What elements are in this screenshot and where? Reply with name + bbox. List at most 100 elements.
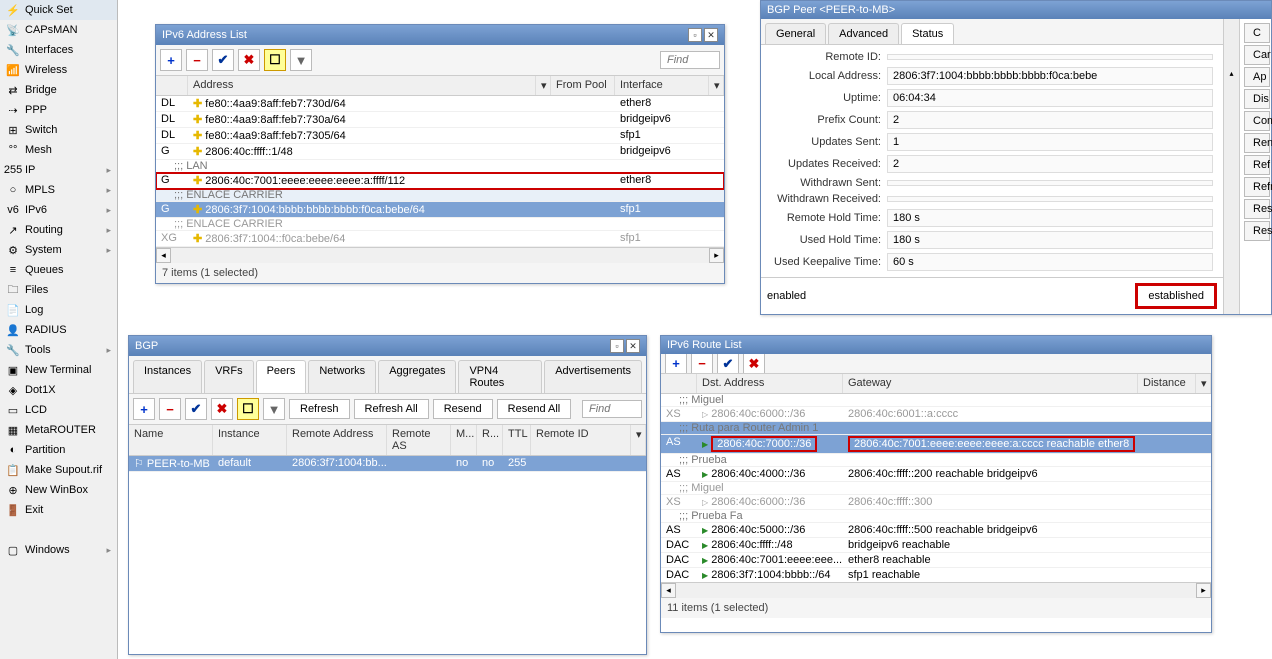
resend-button[interactable]: Resend: [433, 399, 493, 419]
refresh-all-button[interactable]: Refresh All: [354, 399, 429, 419]
remove-button[interactable]: −: [159, 398, 181, 420]
col-dropdown-icon[interactable]: ▾: [536, 76, 551, 95]
tab-advanced[interactable]: Advanced: [828, 23, 899, 44]
col-interface[interactable]: Interface: [615, 76, 709, 95]
table-row[interactable]: DL✚ fe80::4aa9:8aff:feb7:7305/64sfp1: [156, 128, 724, 144]
sidebar-item-quick-set[interactable]: ⚡Quick Set: [0, 0, 117, 20]
sidebar-item-log[interactable]: 📄Log: [0, 300, 117, 320]
comment-button[interactable]: ☐: [264, 49, 286, 71]
tab-vpn4 routes[interactable]: VPN4 Routes: [458, 360, 542, 393]
side-button[interactable]: Refre: [1244, 177, 1270, 197]
col-dropdown-icon[interactable]: ▾: [1196, 374, 1211, 393]
col-gateway[interactable]: Gateway: [843, 374, 1138, 393]
sidebar-item-interfaces[interactable]: 🔧Interfaces: [0, 40, 117, 60]
table-row[interactable]: G✚ 2806:40c:ffff::1/48bridgeipv6: [156, 144, 724, 160]
close-icon[interactable]: ✕: [626, 339, 640, 353]
sidebar-item-ip[interactable]: 255IP▸: [0, 160, 117, 180]
sidebar-item-dot1x[interactable]: ◈Dot1X: [0, 380, 117, 400]
scroll-left-icon[interactable]: ◂: [661, 583, 676, 598]
col-remote-id[interactable]: Remote ID: [531, 425, 631, 455]
minimize-icon[interactable]: ▫: [610, 339, 624, 353]
sidebar-item-tools[interactable]: 🔧Tools▸: [0, 340, 117, 360]
scroll-right-icon[interactable]: ▸: [709, 248, 724, 263]
titlebar[interactable]: BGP ▫ ✕: [129, 336, 646, 356]
table-row[interactable]: DL✚ fe80::4aa9:8aff:feb7:730a/64bridgeip…: [156, 112, 724, 128]
col-m[interactable]: M...: [451, 425, 477, 455]
table-row[interactable]: DAC▶ 2806:40c:ffff::/48bridgeipv6 reacha…: [661, 538, 1211, 553]
find-input[interactable]: [660, 51, 720, 69]
side-button[interactable]: Ren: [1244, 133, 1270, 153]
sidebar-item-capsman[interactable]: 📡CAPsMAN: [0, 20, 117, 40]
tab-peers[interactable]: Peers: [256, 360, 307, 393]
table-row[interactable]: AS▶ 2806:40c:5000::/362806:40c:ffff::500…: [661, 523, 1211, 538]
sidebar-item-new-terminal[interactable]: ▣New Terminal: [0, 360, 117, 380]
titlebar[interactable]: IPv6 Route List: [661, 336, 1211, 354]
table-row[interactable]: DAC▶ 2806:3f7:1004:bbbb::/64sfp1 reachab…: [661, 568, 1211, 582]
minimize-icon[interactable]: ▫: [688, 28, 702, 42]
sidebar-item-ipv6[interactable]: v6IPv6▸: [0, 200, 117, 220]
side-button[interactable]: C: [1244, 23, 1270, 43]
side-button[interactable]: Rese: [1244, 221, 1270, 241]
col-instance[interactable]: Instance: [213, 425, 287, 455]
col-remote-as[interactable]: Remote AS: [387, 425, 451, 455]
sidebar-item-partition[interactable]: ◐Partition: [0, 440, 117, 460]
enable-button[interactable]: ✔: [717, 354, 739, 374]
table-row[interactable]: XS▷ 2806:40c:6000::/362806:40c:6001::a:c…: [661, 407, 1211, 422]
col-ttl[interactable]: TTL: [503, 425, 531, 455]
sidebar-item-system[interactable]: ⚙System▸: [0, 240, 117, 260]
sidebar-item-windows[interactable]: ▢Windows▸: [0, 540, 117, 560]
close-icon[interactable]: ✕: [704, 28, 718, 42]
titlebar[interactable]: BGP Peer <PEER-to-MB>: [761, 1, 1271, 19]
tab-general[interactable]: General: [765, 23, 826, 44]
refresh-button[interactable]: Refresh: [289, 399, 350, 419]
sidebar-item-make-supout.rif[interactable]: 📋Make Supout.rif: [0, 460, 117, 480]
sidebar-item-radius[interactable]: 👤RADIUS: [0, 320, 117, 340]
comment-button[interactable]: ☐: [237, 398, 259, 420]
sidebar-item-metarouter[interactable]: ▦MetaROUTER: [0, 420, 117, 440]
col-frompool[interactable]: From Pool: [551, 76, 615, 95]
col-name[interactable]: Name: [129, 425, 213, 455]
table-row[interactable]: G✚ 2806:40c:7001:eeee:eeee:eeee:a:ffff/1…: [156, 173, 724, 189]
table-row[interactable]: AS▶ 2806:40c:4000::/362806:40c:ffff::200…: [661, 467, 1211, 482]
side-button[interactable]: Com: [1244, 111, 1270, 131]
filter-button[interactable]: ▼: [263, 398, 285, 420]
tab-status[interactable]: Status: [901, 23, 954, 44]
find-input[interactable]: [582, 400, 642, 418]
sidebar-item-ppp[interactable]: ⇢PPP: [0, 100, 117, 120]
scroll-left-icon[interactable]: ◂: [156, 248, 171, 263]
filter-button[interactable]: ▼: [290, 49, 312, 71]
titlebar[interactable]: IPv6 Address List ▫ ✕: [156, 25, 724, 45]
disable-button[interactable]: ✖: [238, 49, 260, 71]
sidebar-item-queues[interactable]: ≡Queues: [0, 260, 117, 280]
sidebar-item-lcd[interactable]: ▭LCD: [0, 400, 117, 420]
disable-button[interactable]: ✖: [743, 354, 765, 374]
scrollbar[interactable]: ◂ ▸: [661, 582, 1211, 597]
side-button[interactable]: Ap: [1244, 67, 1270, 87]
col-dst[interactable]: Dst. Address: [697, 374, 843, 393]
col-address[interactable]: Address: [188, 76, 536, 95]
add-button[interactable]: +: [665, 354, 687, 374]
sidebar-item-wireless[interactable]: 📶Wireless: [0, 60, 117, 80]
table-row[interactable]: XS▷ 2806:40c:6000::/362806:40c:ffff::300: [661, 495, 1211, 510]
scrollbar[interactable]: ◂ ▸: [156, 247, 724, 262]
scroll-up-icon[interactable]: ▴: [1229, 69, 1233, 78]
sidebar-item-blank[interactable]: [0, 520, 117, 540]
tab-instances[interactable]: Instances: [133, 360, 202, 393]
col-remote-addr[interactable]: Remote Address: [287, 425, 387, 455]
col-dropdown-icon[interactable]: ▾: [631, 425, 646, 455]
table-row[interactable]: XG✚ 2806:3f7:1004::f0ca:bebe/64sfp1: [156, 231, 724, 247]
scroll-right-icon[interactable]: ▸: [1196, 583, 1211, 598]
add-button[interactable]: +: [133, 398, 155, 420]
sidebar-item-new-winbox[interactable]: ⊕New WinBox: [0, 480, 117, 500]
add-button[interactable]: +: [160, 49, 182, 71]
remove-button[interactable]: −: [186, 49, 208, 71]
sidebar-item-files[interactable]: 🗀Files: [0, 280, 117, 300]
table-row[interactable]: ⚐ PEER-to-MBdefault2806:3f7:1004:bb...no…: [129, 456, 646, 472]
enable-button[interactable]: ✔: [185, 398, 207, 420]
side-button[interactable]: Ref: [1244, 155, 1270, 175]
resend-all-button[interactable]: Resend All: [497, 399, 572, 419]
remove-button[interactable]: −: [691, 354, 713, 374]
side-button[interactable]: Car: [1244, 45, 1270, 65]
col-distance[interactable]: Distance: [1138, 374, 1196, 393]
col-dropdown-icon[interactable]: ▾: [709, 76, 724, 95]
